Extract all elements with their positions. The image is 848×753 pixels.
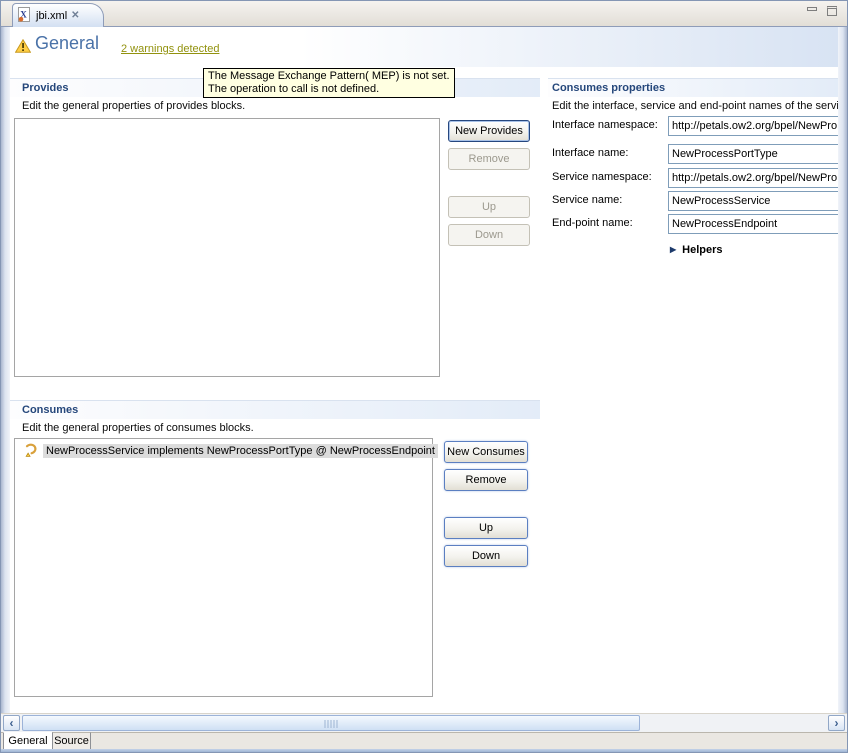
consumes-remove-button[interactable]: Remove <box>444 469 528 491</box>
consumes-description: Edit the general properties of consumes … <box>22 422 254 434</box>
editor-window: X jbi.xml ✕ <box>0 0 848 753</box>
new-provides-button[interactable]: New Provides <box>448 120 530 142</box>
helpers-label: Helpers <box>682 244 722 256</box>
consume-warning-icon <box>22 443 38 460</box>
tooltip-line-1: The Message Exchange Pattern( MEP) is no… <box>208 70 450 83</box>
validation-tooltip: The Message Exchange Pattern( MEP) is no… <box>203 68 455 98</box>
provides-section-title: Provides <box>22 82 68 94</box>
consumes-properties-description: Edit the interface, service and end-poin… <box>552 100 838 112</box>
new-consumes-button[interactable]: New Consumes <box>444 441 528 463</box>
xml-file-icon: X <box>17 7 32 25</box>
tab-close-icon[interactable]: ✕ <box>71 11 79 21</box>
end-point-name-field[interactable] <box>668 214 838 234</box>
left-frame-strip <box>1 27 10 713</box>
consumes-section-title: Consumes <box>22 404 78 416</box>
scrollbar-thumb[interactable] <box>22 715 640 731</box>
consumes-item-label: NewProcessService implements NewProcessP… <box>43 444 438 458</box>
bottom-accent-strip <box>1 749 847 752</box>
minimize-icon[interactable] <box>807 7 817 11</box>
helpers-expandable[interactable]: ▶ Helpers <box>670 244 723 256</box>
consumes-up-button[interactable]: Up <box>444 517 528 539</box>
interface-name-label: Interface name: <box>552 147 628 159</box>
editor-tab-jbi-xml[interactable]: X jbi.xml ✕ <box>12 3 104 27</box>
interface-namespace-field[interactable] <box>668 116 838 136</box>
consumes-list[interactable]: NewProcessService implements NewProcessP… <box>14 438 433 697</box>
scrollbar-grip-icon <box>325 720 338 728</box>
scroll-right-icon[interactable]: › <box>828 715 845 731</box>
warning-icon <box>15 39 31 56</box>
service-namespace-field[interactable] <box>668 168 838 188</box>
tab-source[interactable]: Source <box>52 732 91 750</box>
tooltip-line-2: The operation to call is not defined. <box>208 83 450 96</box>
consumes-properties-section-header: Consumes properties <box>548 78 838 97</box>
consumes-list-item[interactable]: NewProcessService implements NewProcessP… <box>16 442 431 460</box>
right-frame-strip <box>838 27 847 713</box>
warnings-link[interactable]: 2 warnings detected <box>121 43 219 55</box>
provides-description: Edit the general properties of provides … <box>22 100 245 112</box>
view-window-buttons <box>807 6 837 16</box>
service-name-label: Service name: <box>552 194 622 206</box>
tab-general[interactable]: General <box>3 732 53 750</box>
provides-down-button[interactable]: Down <box>448 224 530 246</box>
scroll-left-icon[interactable]: ‹ <box>3 715 20 731</box>
service-name-field[interactable] <box>668 191 838 211</box>
consumes-down-button[interactable]: Down <box>444 545 528 567</box>
provides-list[interactable] <box>14 118 440 377</box>
interface-namespace-label: Interface namespace: <box>552 119 658 131</box>
service-namespace-label: Service namespace: <box>552 171 652 183</box>
form-area: General 2 warnings detected The Message … <box>10 27 838 713</box>
chevron-right-icon: ▶ <box>670 245 676 254</box>
editor-tab-label: jbi.xml <box>36 10 67 22</box>
page-title: General <box>35 33 99 54</box>
horizontal-scrollbar[interactable]: ‹ › <box>1 713 847 732</box>
form-header: General 2 warnings detected <box>10 27 838 67</box>
consumes-properties-title: Consumes properties <box>552 82 665 94</box>
consumes-section-header: Consumes <box>10 400 540 419</box>
provides-up-button[interactable]: Up <box>448 196 530 218</box>
editor-page-tabs: General Source <box>1 732 847 749</box>
editor-tabbar: X jbi.xml ✕ <box>1 1 847 27</box>
provides-remove-button[interactable]: Remove <box>448 148 530 170</box>
editor-frame: General 2 warnings detected The Message … <box>1 27 847 713</box>
end-point-name-label: End-point name: <box>552 217 633 229</box>
maximize-icon[interactable] <box>827 6 837 16</box>
interface-name-field[interactable] <box>668 144 838 164</box>
